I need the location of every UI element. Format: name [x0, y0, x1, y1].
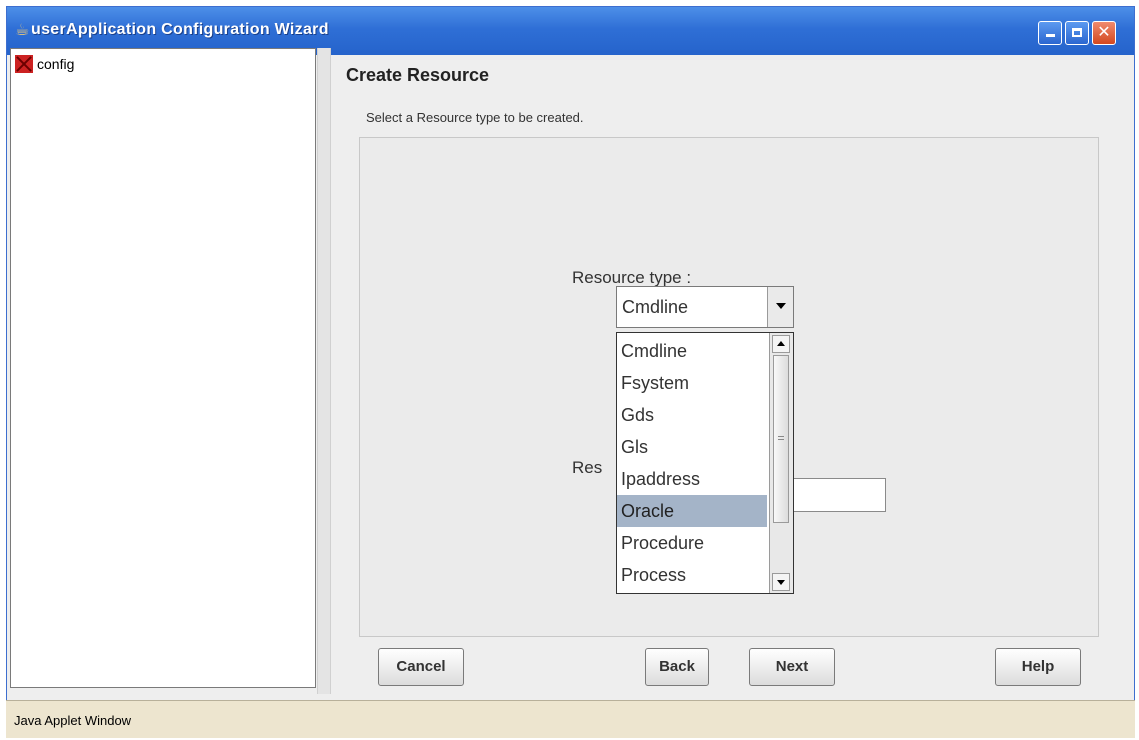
dropdown-option[interactable]: Process — [617, 559, 767, 591]
config-tree[interactable]: config — [10, 48, 316, 688]
resource-name-label: Res — [572, 458, 603, 477]
tree-node-label: config — [37, 56, 75, 72]
close-icon: ✕ — [1097, 24, 1111, 41]
chevron-down-icon[interactable] — [767, 287, 793, 327]
page-title: Create Resource — [346, 65, 490, 85]
page-subtitle: Select a Resource type to be created. — [366, 110, 584, 125]
dropdown-option-highlighted[interactable]: Oracle — [617, 495, 767, 527]
combobox-selected-value: Cmdline — [622, 297, 689, 317]
dropdown-option[interactable]: Ipaddress — [617, 463, 767, 495]
split-pane-divider[interactable] — [317, 48, 331, 694]
dropdown-option[interactable]: Gds — [617, 399, 767, 431]
resource-type-combobox[interactable]: Cmdline — [616, 286, 794, 328]
dropdown-option[interactable]: Gls — [617, 431, 767, 463]
resource-type-label: Resource type : — [572, 268, 692, 287]
grip-icon — [778, 436, 784, 437]
next-button[interactable]: Next — [749, 648, 835, 686]
dropdown-option[interactable]: Procedure — [617, 527, 767, 559]
error-x-icon — [15, 55, 33, 73]
dropdown-scrollbar[interactable] — [769, 333, 793, 593]
dropdown-option[interactable]: Fsystem — [617, 367, 767, 399]
close-button[interactable]: ✕ — [1092, 21, 1116, 45]
dropdown-option[interactable]: Cmdline — [617, 335, 767, 367]
resource-type-dropdown-list[interactable]: Cmdline Fsystem Gds Gls Ipaddress Oracle… — [616, 332, 794, 594]
scrollbar-thumb[interactable] — [773, 355, 789, 523]
cancel-button[interactable]: Cancel — [378, 648, 464, 686]
minimize-icon — [1045, 34, 1055, 37]
scroll-down-icon[interactable] — [772, 573, 790, 591]
help-button[interactable]: Help — [995, 648, 1081, 686]
window-title: userApplication Configuration Wizard — [31, 21, 329, 38]
minimize-button[interactable] — [1038, 21, 1062, 45]
status-text: Java Applet Window — [14, 713, 132, 728]
status-bar: Java Applet Window — [6, 700, 1135, 738]
maximize-button[interactable] — [1065, 21, 1089, 45]
back-button[interactable]: Back — [645, 648, 709, 686]
java-cup-icon: ☕ — [15, 22, 30, 39]
tree-node-config[interactable]: config — [15, 55, 74, 73]
scroll-up-icon[interactable] — [772, 335, 790, 353]
maximize-icon — [1072, 28, 1082, 37]
